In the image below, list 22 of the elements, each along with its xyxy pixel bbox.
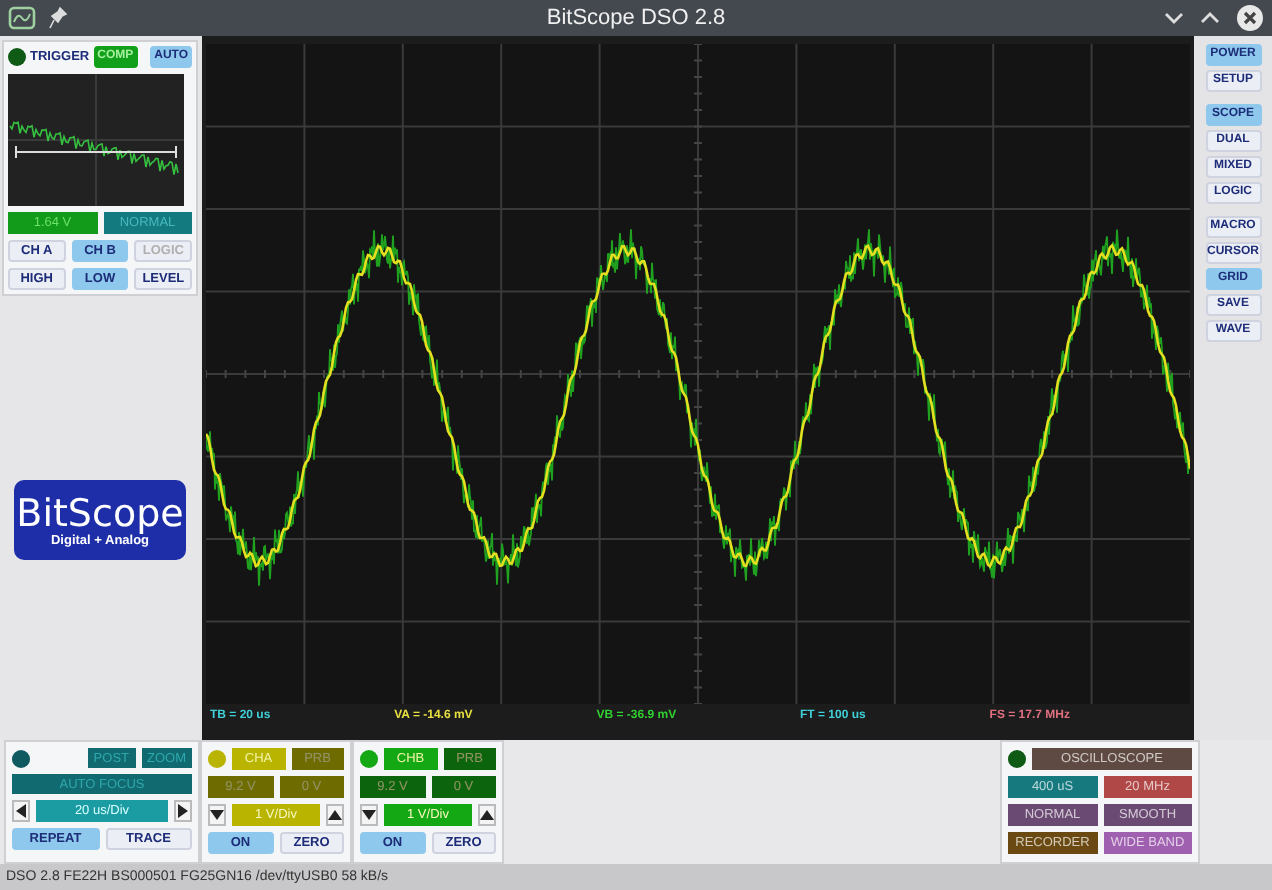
increase-button[interactable] <box>174 800 192 822</box>
down-arrow-icon <box>362 810 376 820</box>
scale-up-button[interactable] <box>478 804 496 826</box>
right-arrow-icon <box>178 804 188 818</box>
scale-up-button[interactable] <box>326 804 344 826</box>
left-arrow-icon <box>16 804 26 818</box>
up-arrow-icon <box>328 810 342 820</box>
close-icon[interactable] <box>1236 4 1264 32</box>
status-dot <box>1008 750 1026 768</box>
maximize-icon[interactable] <box>1200 10 1220 26</box>
status-dot <box>12 749 30 767</box>
scope-app-icon[interactable] <box>8 6 36 30</box>
logo-name: BitScope <box>16 493 184 533</box>
scale-down-button[interactable] <box>208 804 226 826</box>
up-arrow-icon <box>480 810 494 820</box>
status-dot <box>8 48 26 66</box>
window-title: BitScope DSO 2.8 <box>544 6 728 30</box>
pin-icon[interactable] <box>48 6 68 30</box>
decrease-button[interactable] <box>12 800 30 822</box>
down-arrow-icon <box>210 810 224 820</box>
minimize-icon[interactable] <box>1164 10 1184 26</box>
scale-down-button[interactable] <box>360 804 378 826</box>
